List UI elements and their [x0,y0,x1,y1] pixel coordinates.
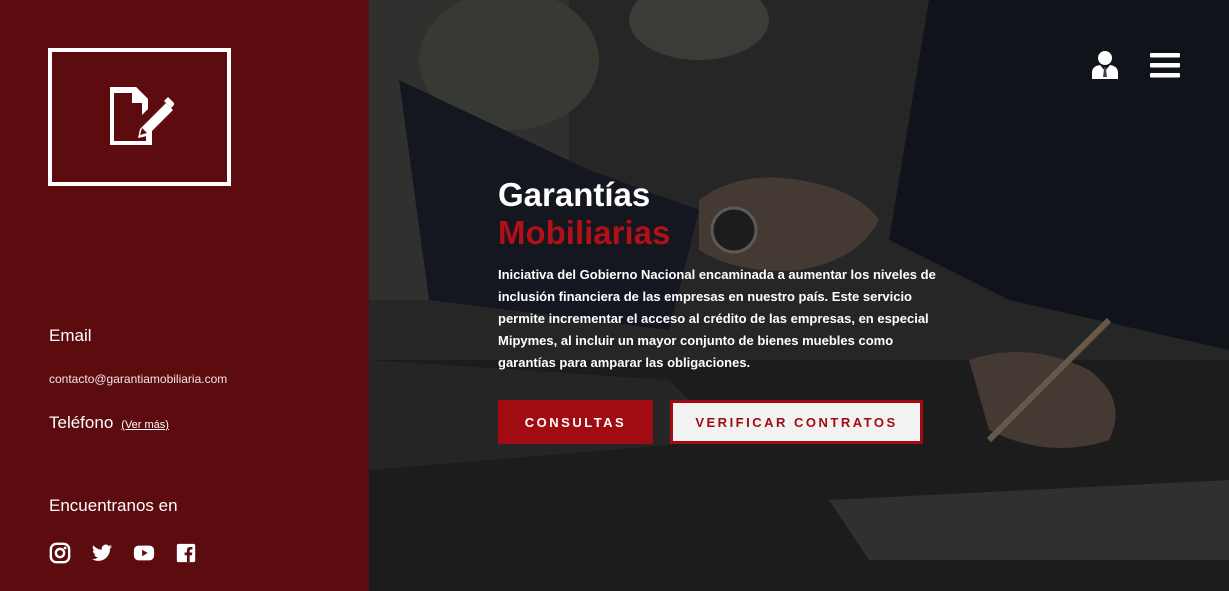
hero-section: Garantías Mobiliarias Iniciativa del Gob… [369,0,1229,591]
hamburger-menu-icon[interactable] [1149,49,1181,81]
social-links [48,542,198,564]
phone-more-link[interactable]: (Ver más) [121,419,169,431]
logo[interactable] [48,48,231,186]
email-label: Email [49,326,92,345]
instagram-icon[interactable] [48,542,72,564]
verificar-contratos-button[interactable]: VERIFICAR CONTRATOS [670,400,923,444]
hero-description: Iniciativa del Gobierno Nacional encamin… [498,267,936,370]
phone-row: Teléfono (Ver más) [49,413,169,433]
email-value[interactable]: contacto@garantiamobiliaria.com [49,372,227,386]
user-icon[interactable] [1089,49,1121,81]
hero-content: Garantías Mobiliarias Iniciativa del Gob… [498,176,948,444]
hero-title: Garantías [498,176,651,213]
youtube-icon[interactable] [132,542,156,564]
hero-actions: CONSULTAS VERIFICAR CONTRATOS [498,400,948,444]
signed-document-icon [106,83,175,152]
find-us-label: Encuentranos en [49,496,178,515]
twitter-icon[interactable] [90,542,114,564]
consultas-button[interactable]: CONSULTAS [498,400,653,444]
facebook-icon[interactable] [174,542,198,564]
phone-label: Teléfono [49,413,114,432]
page: Email contacto@garantiamobiliaria.com Te… [0,0,1229,591]
hero-title-accent: Mobiliarias [498,214,671,251]
sidebar: Email contacto@garantiamobiliaria.com Te… [0,0,369,591]
top-actions [1089,49,1181,81]
